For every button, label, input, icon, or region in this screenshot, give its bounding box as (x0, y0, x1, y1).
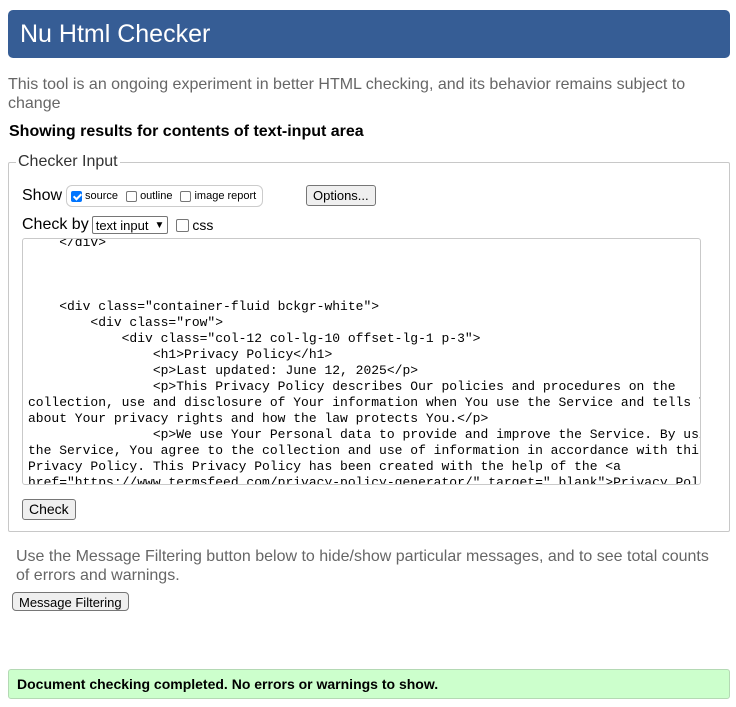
source-label: source (85, 190, 119, 202)
css-label: css (192, 217, 214, 233)
css-checkbox[interactable] (176, 218, 190, 232)
options-button[interactable]: Options... (306, 185, 376, 206)
source-checkbox[interactable] (71, 190, 83, 202)
show-options: source outline image report (66, 185, 264, 207)
css-option[interactable]: css (176, 217, 213, 233)
check-by-row: Check by text input ▼ css (22, 216, 213, 234)
checker-input-legend: Checker Input (18, 153, 118, 170)
show-source-option[interactable]: source (71, 190, 118, 202)
outline-checkbox[interactable] (126, 190, 138, 202)
check-by-value: text input (95, 217, 149, 233)
outline-label: outline (140, 190, 173, 202)
source-code-text: </div> <div class="container-fluid bckgr… (28, 238, 700, 485)
show-outline-option[interactable]: outline (126, 190, 172, 202)
results-heading: Showing results for contents of text-inp… (9, 123, 364, 140)
filter-note: Use the Message Filtering button below t… (16, 548, 709, 584)
status-message: Document checking completed. No errors o… (8, 669, 730, 699)
check-button[interactable]: Check (22, 499, 76, 520)
intro-text: This tool is an ongoing experiment in be… (8, 76, 686, 112)
message-filtering-button[interactable]: Message Filtering (12, 592, 129, 611)
show-row: Show source outline image report (22, 185, 264, 207)
check-by-select[interactable]: text input ▼ (91, 216, 169, 234)
source-textarea[interactable]: </div> <div class="container-fluid bckgr… (22, 238, 701, 485)
image-report-checkbox[interactable] (180, 190, 192, 202)
page-title: Nu Html Checker (20, 20, 211, 48)
show-label: Show (22, 187, 63, 204)
check-by-label: Check by (22, 216, 89, 233)
image-report-label: image report (194, 190, 257, 202)
show-image-report-option[interactable]: image report (180, 190, 256, 202)
chevron-down-icon: ▼ (154, 219, 165, 231)
title-bar: Nu Html Checker (8, 10, 730, 58)
